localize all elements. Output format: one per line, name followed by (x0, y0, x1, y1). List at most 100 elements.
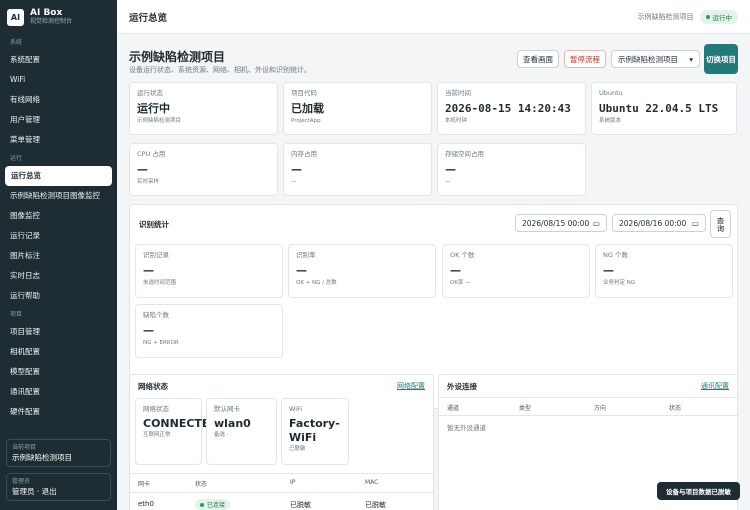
sidebar: AI AI Box 视觉检测控制台 系统系统配置 WiFi 有线网络 用户管理 菜单管理… (0, 0, 117, 510)
stat-card-hint: NG + ERROR (143, 340, 179, 346)
table-header-cell: IP (290, 479, 296, 486)
sidebar-item[interactable]: 系统配置 (0, 50, 117, 70)
table-cell: 已脱敏 (365, 501, 386, 509)
status-label: 已连接 (207, 502, 226, 509)
current-project-value: 示例缺陷检测项目 (12, 453, 72, 462)
sidebar-item[interactable]: 项目管理 (0, 322, 117, 342)
network-config-link[interactable]: 网络配置 (397, 381, 425, 391)
stat-card-label: WiFi (289, 405, 303, 413)
stat-card-hint: — (291, 179, 297, 185)
date-from-input[interactable]: 2026/08/15 00:00 ▭ (515, 214, 607, 232)
sidebar-item[interactable]: 模型配置 (0, 362, 117, 382)
stat-card-label: CPU 占用 (137, 150, 166, 158)
stat-card-value: — (143, 264, 154, 277)
status-dot-icon (200, 502, 204, 507)
stat-card-value: wlan0 (214, 417, 251, 430)
stat-card: 存储空间占用 — — (437, 143, 586, 196)
switch-project-button[interactable]: 切换项目 (704, 44, 738, 74)
query-button[interactable]: 查询 (710, 210, 731, 238)
stat-card-value: — (445, 163, 456, 176)
brand-logo: AI (7, 8, 24, 26)
sidebar-item[interactable]: WiFi (0, 70, 117, 90)
stat-card-label: 默认网卡 (214, 405, 240, 413)
stat-card: 当前时间 2026-08-15 14:20:43 本机时钟 (437, 82, 586, 135)
stat-card-hint: 已联敏 (289, 446, 306, 452)
view-screen-button[interactable]: 查看画面 (517, 50, 559, 68)
sidebar-item[interactable]: 菜单管理 (0, 130, 117, 150)
table-header-cell: 方向 (594, 405, 607, 412)
network-panel: 网络状态 网络配置 网络状态 CONNECTED 互联网正常 默认网卡 wlan0 备选 … (129, 374, 435, 510)
project-select[interactable]: 示例缺陷检测项目 ▾ (611, 50, 700, 68)
peripheral-empty: 暂无外设通道 (447, 424, 486, 432)
admin-logout[interactable]: 管理员 · 退出 (12, 486, 105, 497)
comm-config-link[interactable]: 通讯配置 (701, 381, 729, 391)
nav-group-label: 运行 (10, 155, 23, 162)
project-select-value: 示例缺陷检测项目 (618, 54, 678, 64)
stat-card-label: 当前时间 (445, 89, 471, 97)
stat-card-label: 项目代码 (291, 89, 317, 97)
table-header-cell: 通道 (447, 405, 460, 412)
divider (130, 473, 435, 474)
stat-card: OK 个数 — OK率 — (442, 244, 590, 298)
nav-group-label: 系统 (10, 39, 23, 46)
stat-card-label: 存储空间占用 (445, 150, 484, 158)
stat-card-value: — (296, 264, 307, 277)
calendar-icon: ▭ (592, 218, 600, 228)
stat-card-label: 识别率 (296, 251, 316, 259)
table-header-cell: 网卡 (138, 481, 151, 488)
stat-card: 识别记录 — 未选时间范围 (135, 244, 283, 298)
admin-box[interactable]: 管理员 管理员 · 退出 (6, 473, 111, 501)
chevron-down-icon: ▾ (689, 54, 693, 64)
date-to-input[interactable]: 2026/08/16 00:00 ▭ (612, 214, 706, 232)
sidebar-item[interactable]: 运行记录 (0, 226, 117, 246)
status-badge: 已连接 (195, 499, 231, 510)
stat-card: WiFi Factory-WiFi 已联敏 (281, 398, 349, 465)
stat-card-label: OK 个数 (450, 251, 475, 259)
main-content: 示例缺陷检测项目 设备运行状态、系统资源、网络、相机、外设和识别统计。 查看画面… (117, 34, 750, 510)
stat-card-hint: ProjectApp (291, 118, 321, 124)
table-header-cell: 状态 (195, 481, 208, 488)
sidebar-item[interactable]: 有线网络 (0, 90, 117, 110)
stat-card-hint: OK + NG / 总数 (296, 280, 337, 286)
brand-title: AI Box (30, 8, 63, 18)
sidebar-item[interactable]: 硬件配置 (0, 402, 117, 422)
stat-card-value: — (291, 163, 302, 176)
sidebar-nav: 系统系统配置 WiFi 有线网络 用户管理 菜单管理运行运行总览 示例缺陷检测项目图像监控… (0, 36, 117, 422)
sidebar-item[interactable]: 示例缺陷检测项目图像监控 (0, 186, 117, 206)
toast: 设备与项目数据已脱敏 (657, 482, 740, 500)
stat-card: CPU 占用 — 实时采样 (129, 143, 278, 196)
stat-card-value: Factory-WiFi (289, 417, 340, 444)
sidebar-item[interactable]: 图片标注 (0, 246, 117, 266)
nav-group-label: 项目 (10, 311, 23, 318)
topbar-project: 示例缺陷检测项目 (637, 12, 694, 21)
date-to-value: 2026/08/16 00:00 (619, 218, 687, 228)
stat-card-hint: 备选 - (214, 432, 229, 438)
stat-card-label: 网络状态 (143, 405, 169, 413)
stat-card-label: 缺陷个数 (143, 311, 169, 319)
stat-card: 项目代码 已加载 ProjectApp (283, 82, 432, 135)
sidebar-item[interactable]: 通讯配置 (0, 382, 117, 402)
stat-card-hint: 系统版本 (599, 118, 622, 124)
stat-card-hint: 实时采样 (137, 179, 160, 185)
sidebar-item[interactable]: 相机配置 (0, 342, 117, 362)
stat-card-value: — (603, 264, 614, 277)
sidebar-item[interactable]: 运行总览 (5, 166, 112, 186)
network-title: 网络状态 (138, 382, 168, 391)
divider (439, 397, 739, 398)
sidebar-item[interactable]: 用户管理 (0, 110, 117, 130)
stat-card: 识别率 — OK + NG / 总数 (288, 244, 436, 298)
status-badge-label: 运行中 (712, 13, 733, 22)
sidebar-item[interactable]: 运行帮助 (0, 286, 117, 306)
pause-flow-button[interactable]: 暂停流程 (564, 50, 606, 68)
stat-card-label: NG 个数 (603, 251, 628, 259)
current-project-box: 当前项目 示例缺陷检测项目 (6, 439, 111, 467)
brand: AI AI Box 视觉检测控制台 (0, 0, 117, 34)
divider (130, 492, 435, 493)
sidebar-item[interactable]: 实时日志 (0, 266, 117, 286)
stat-card-hint: OK率 — (450, 280, 471, 286)
stat-card-value: 2026-08-15 14:20:43 (445, 102, 571, 115)
stat-card-value: CONNECTED (143, 417, 219, 430)
stat-card-value: — (450, 264, 461, 277)
sidebar-item[interactable]: 图像监控 (0, 206, 117, 226)
date-from-value: 2026/08/15 00:00 (522, 218, 590, 228)
